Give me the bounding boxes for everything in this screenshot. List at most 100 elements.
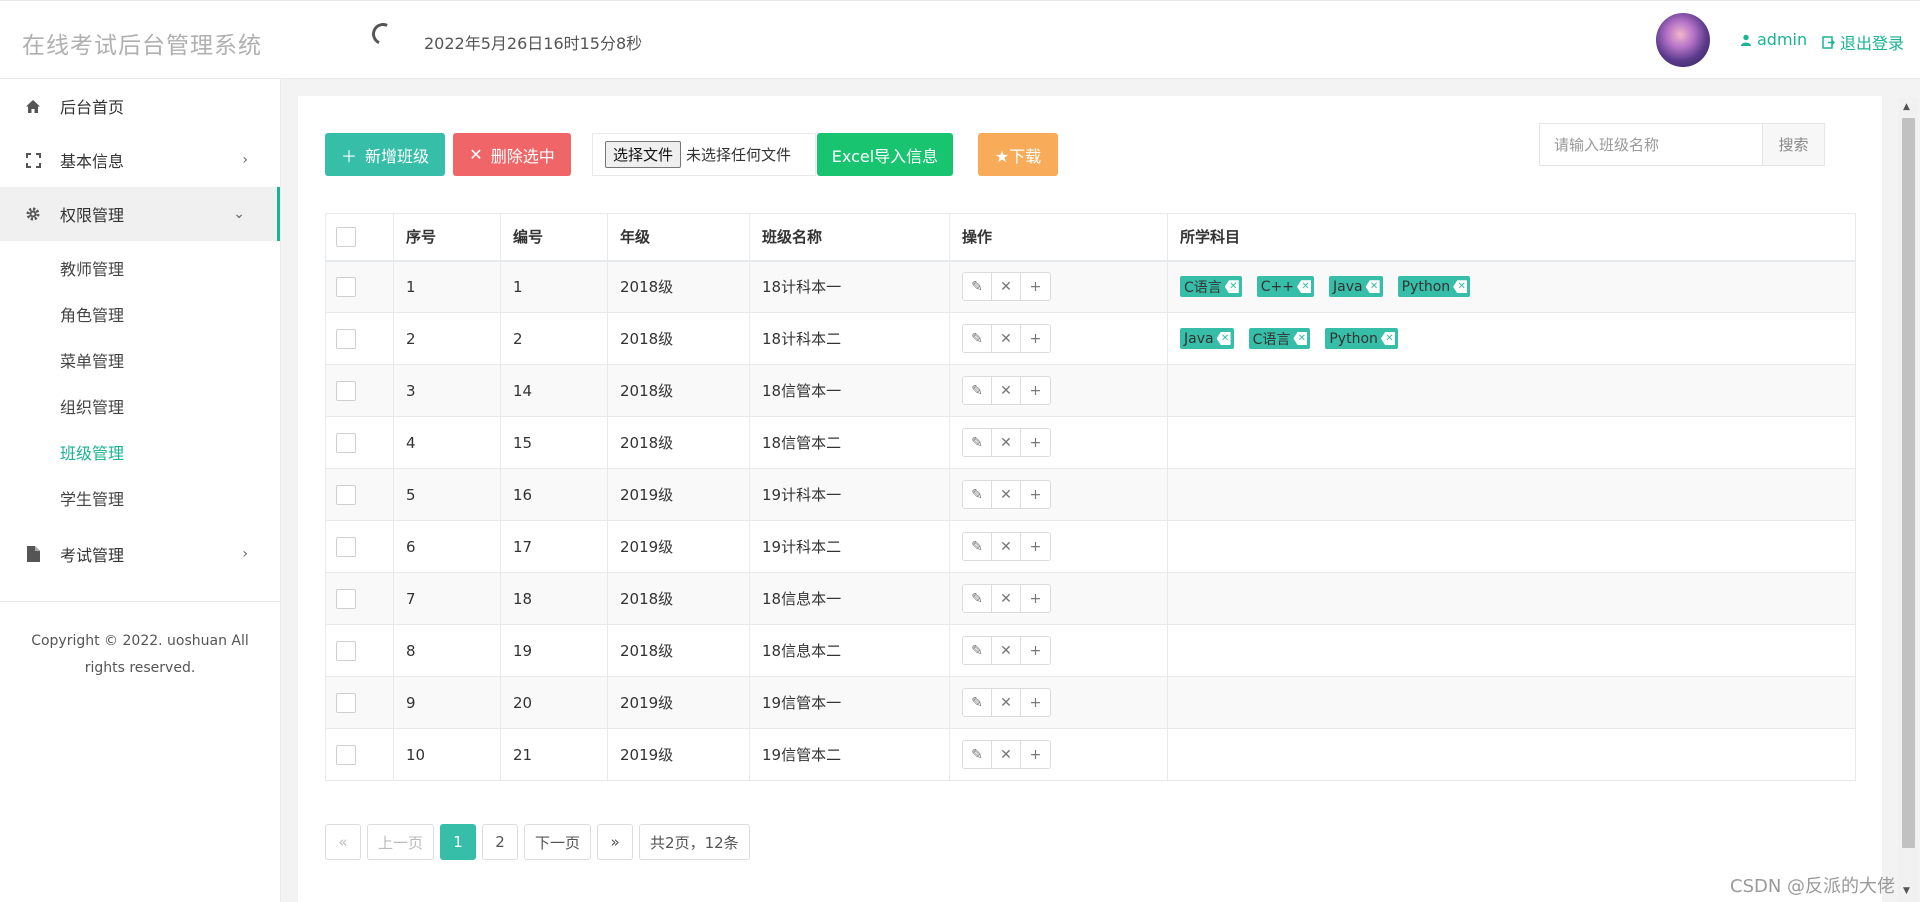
add-subject-icon[interactable]: + [1021,533,1050,560]
subject-tag-label: C语言 [1252,331,1291,348]
add-subject-icon[interactable]: + [1021,585,1050,612]
tag-remove-icon[interactable]: ✕ [1453,280,1468,294]
subject-tag[interactable]: C语言 ✕ [1248,328,1311,349]
add-subject-icon[interactable]: + [1021,325,1050,352]
logout-link[interactable]: 退出登录 [1822,30,1904,54]
edit-icon[interactable]: ✎ [963,689,992,716]
delete-icon[interactable]: ✕ [992,377,1021,404]
column-header[interactable]: 年级 [607,213,750,262]
submenu-item-classes[interactable]: 班级管理 [0,429,280,475]
column-header[interactable]: 编号 [500,213,608,262]
edit-icon[interactable]: ✎ [963,377,992,404]
edit-icon[interactable]: ✎ [963,481,992,508]
edit-icon[interactable]: ✎ [963,637,992,664]
excel-import-button[interactable]: Excel导入信息 [817,133,953,176]
column-header[interactable]: 序号 [393,213,501,262]
sidebar: 后台首页 基本信息 › 权限管理 ⌄ 教师管理 角色管理 菜单管理 组织管理 班… [0,79,281,902]
add-class-button[interactable]: ＋ 新增班级 [325,133,445,176]
delete-icon[interactable]: ✕ [992,325,1021,352]
add-subject-icon[interactable]: + [1021,637,1050,664]
user-menu[interactable]: admin [1740,30,1807,49]
submenu-item-organizations[interactable]: 组织管理 [0,383,280,429]
edit-icon[interactable]: ✎ [963,325,992,352]
edit-icon[interactable]: ✎ [963,533,992,560]
row-checkbox[interactable] [336,380,356,401]
tag-remove-icon[interactable]: ✕ [1224,280,1239,294]
delete-icon[interactable]: ✕ [992,533,1021,560]
tag-remove-icon[interactable]: ✕ [1216,332,1231,345]
cell-id: 19 [500,624,608,677]
sidebar-item-permissions[interactable]: 权限管理 ⌄ [0,187,280,241]
file-input[interactable]: 选择文件 未选择任何文件 [592,133,816,176]
row-checkbox[interactable] [336,432,356,453]
delete-icon[interactable]: ✕ [992,637,1021,664]
subject-tag[interactable]: Python ✕ [1397,276,1471,298]
subject-tag[interactable]: C语言 ✕ [1180,276,1242,298]
column-header[interactable]: 班级名称 [749,213,950,262]
add-subject-icon[interactable]: + [1021,273,1050,301]
sidebar-item-home[interactable]: 后台首页 [0,79,280,133]
delete-icon[interactable]: ✕ [992,585,1021,612]
delete-icon[interactable]: ✕ [992,429,1021,456]
add-subject-icon[interactable]: + [1021,429,1050,456]
first-page-button[interactable]: « [325,824,361,860]
row-select-cell [325,520,394,573]
submenu-item-roles[interactable]: 角色管理 [0,291,280,337]
cell-actions: ✎ ✕ + [949,260,1168,313]
edit-icon[interactable]: ✎ [963,273,992,301]
subject-tag[interactable]: C++ ✕ [1256,276,1315,298]
sidebar-item-exams[interactable]: 考试管理 › [0,527,280,581]
cell-seq: 6 [393,520,501,573]
tag-remove-icon[interactable]: ✕ [1365,280,1380,294]
edit-icon[interactable]: ✎ [963,585,992,612]
delete-icon[interactable]: ✕ [992,741,1021,768]
add-subject-icon[interactable]: + [1021,481,1050,508]
scroll-up-arrow-icon[interactable]: ▲ [1903,102,1910,112]
scroll-down-arrow-icon[interactable]: ▼ [1903,886,1910,896]
cell-seq: 10 [393,728,501,781]
next-page-button[interactable]: 下一页 [524,824,592,860]
prev-page-button[interactable]: 上一页 [367,824,435,860]
search-button[interactable]: 搜索 [1763,123,1825,166]
delete-icon[interactable]: ✕ [992,689,1021,716]
last-page-button[interactable]: » [597,824,634,860]
tag-remove-icon[interactable]: ✕ [1293,332,1308,345]
row-checkbox[interactable] [336,328,356,349]
row-checkbox[interactable] [336,276,356,297]
delete-icon[interactable]: ✕ [992,481,1021,508]
subject-tag[interactable]: Python ✕ [1325,328,1398,349]
add-subject-icon[interactable]: + [1021,377,1050,404]
page-2-button[interactable]: 2 [482,824,519,860]
add-subject-icon[interactable]: + [1021,741,1050,768]
cell-class-name: 18信息本一 [749,572,950,625]
tag-remove-icon[interactable]: ✕ [1297,280,1312,294]
scrollbar-thumb[interactable] [1902,118,1915,848]
choose-file-button[interactable]: 选择文件 [605,141,682,168]
page-1-button[interactable]: 1 [440,824,477,860]
subject-tag[interactable]: Java ✕ [1329,276,1383,298]
row-checkbox[interactable] [336,588,356,609]
submenu-item-teachers[interactable]: 教师管理 [0,245,280,291]
sidebar-item-basic-info[interactable]: 基本信息 › [0,133,280,187]
edit-icon[interactable]: ✎ [963,429,992,456]
edit-icon[interactable]: ✎ [963,741,992,768]
logout-icon [1822,35,1835,49]
tag-remove-icon[interactable]: ✕ [1380,332,1395,345]
row-checkbox[interactable] [336,484,356,505]
select-all-checkbox[interactable] [336,226,356,247]
row-checkbox[interactable] [336,536,356,557]
avatar[interactable] [1656,13,1710,67]
row-checkbox[interactable] [336,744,356,765]
subject-tag[interactable]: Java ✕ [1180,328,1234,349]
delete-icon[interactable]: ✕ [992,273,1021,301]
row-checkbox[interactable] [336,692,356,713]
search-input[interactable]: 请输入班级名称 [1539,123,1763,166]
download-button[interactable]: ★下载 [978,133,1058,176]
delete-selected-button[interactable]: ✕ 删除选中 [453,133,571,176]
submenu-item-menus[interactable]: 菜单管理 [0,337,280,383]
row-checkbox[interactable] [336,640,356,661]
submenu-item-students[interactable]: 学生管理 [0,475,280,521]
add-subject-icon[interactable]: + [1021,689,1050,716]
cell-id: 20 [500,676,608,729]
cell-actions: ✎ ✕ + [949,572,1168,625]
